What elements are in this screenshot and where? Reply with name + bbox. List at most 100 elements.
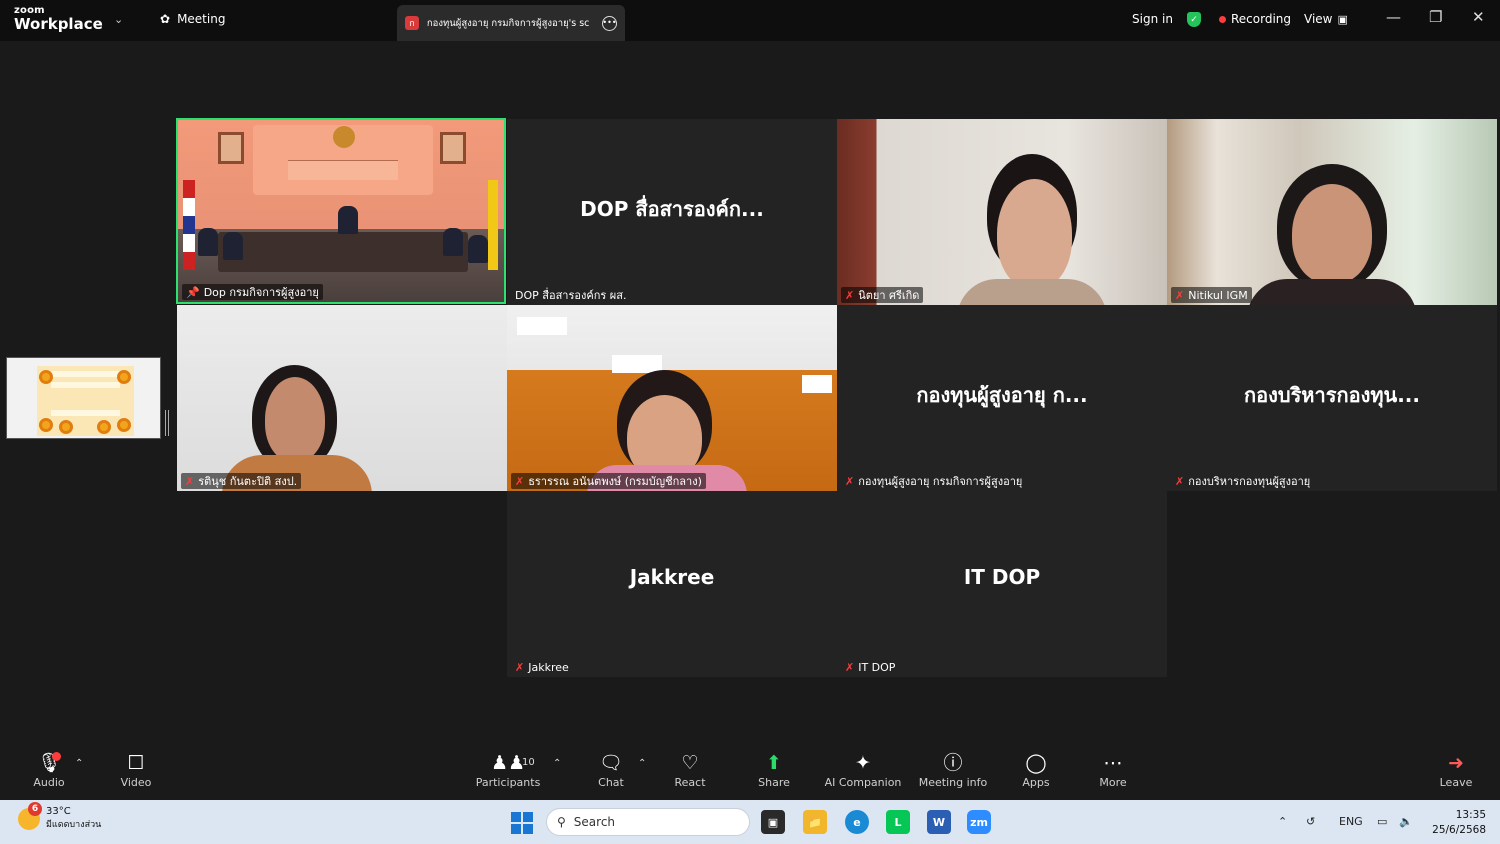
taskbar-clock[interactable]: 13:35 25/6/2568 (1428, 808, 1486, 838)
tab-screen-share[interactable]: ก กองทุนผู้สูงอายุ กรมกิจการผู้สูงอายุ's… (397, 5, 625, 41)
muted-mic-icon: ✗ (845, 660, 855, 674)
chevron-down-icon[interactable]: ⌄ (114, 13, 123, 26)
participants-icon: ♟♟ (490, 752, 526, 774)
participant-name: นิตยา ศรีเกิด (858, 289, 920, 302)
video-tile-elderly-fund[interactable]: กองทุนผู้สูงอายุ ก... ✗ กองทุนผู้สูงอายุ… (837, 305, 1167, 491)
participant-name-tag: ✗ IT DOP (841, 659, 899, 675)
video-tile-nitikul[interactable]: ✗ Nitikul IGM (1167, 119, 1497, 305)
line-app-icon[interactable]: L (886, 810, 910, 834)
video-tile-ratinuch[interactable]: ✗ รตินุช กันตะปิติ สงป. (177, 305, 507, 491)
participant-display-name: กองบริหารกองทุน... (1243, 383, 1420, 407)
chat-button[interactable]: 🗨 Chat (566, 750, 656, 789)
tray-overflow-icon[interactable]: ⌃ (1278, 815, 1287, 828)
ai-companion-button[interactable]: ✦ AI Companion (818, 750, 908, 789)
share-button[interactable]: ⬆ Share (729, 750, 819, 789)
leave-button[interactable]: ➜ Leave (1411, 750, 1500, 789)
muted-mic-icon: ✗ (845, 288, 855, 302)
close-icon[interactable]: ✕ (1472, 8, 1485, 26)
paw-icon: ✿ (160, 12, 171, 26)
restore-icon[interactable]: ❐ (1429, 8, 1442, 26)
encryption-shield-icon[interactable]: ✓ (1187, 12, 1201, 27)
task-view-icon[interactable]: ▣ (761, 810, 785, 834)
view-button[interactable]: View ▣ (1304, 12, 1348, 26)
taskbar-search[interactable]: ⚲ Search (546, 808, 750, 836)
participant-figure (468, 235, 488, 263)
audio-options-caret-icon[interactable]: ⌃ (75, 758, 83, 769)
participants-label: Participants (475, 776, 541, 789)
participant-face (997, 179, 1072, 289)
more-button[interactable]: ⋯ More (1068, 750, 1158, 789)
panel-resize-handle[interactable] (165, 410, 169, 436)
ai-companion-label: AI Companion (824, 776, 902, 789)
volume-icon[interactable]: 🔈 (1399, 815, 1413, 828)
share-label: Share (758, 776, 790, 789)
zoom-workplace-logo[interactable]: zoom Workplace (14, 6, 103, 32)
thai-flag (183, 180, 195, 270)
more-options-icon[interactable]: ••• (602, 15, 617, 31)
recording-dot-icon (1219, 15, 1226, 23)
weather-widget[interactable]: 6 33°C มีแดดบางส่วน (18, 801, 102, 831)
ceiling-light (517, 317, 567, 335)
participant-body (957, 279, 1107, 305)
edge-browser-icon[interactable]: e (845, 810, 869, 834)
unmuted-indicator (52, 752, 61, 761)
participant-name-tag: DOP สื่อสารองค์กร ผส. (511, 287, 630, 303)
participant-name: IT DOP (858, 660, 896, 674)
video-tile-dop[interactable]: 📌 Dop กรมกิจการผู้สูงอายุ (176, 118, 506, 304)
minimize-icon[interactable]: — (1386, 8, 1401, 26)
participant-name-tag: ✗ รตินุช กันตะปิติ สงป. (181, 473, 302, 489)
weather-badge: 6 (28, 801, 42, 816)
video-off-icon: ☐ (127, 752, 145, 774)
zoom-app-icon[interactable]: zm (967, 810, 991, 834)
participants-options-caret-icon[interactable]: ⌃ (553, 758, 561, 769)
participant-figure (443, 228, 463, 256)
windows-start-icon[interactable] (511, 812, 533, 834)
participant-name: ธรารรณ อนันตพงษ์ (กรมบัญชีกลาง) (528, 475, 702, 488)
shared-screen-thumbnail[interactable] (6, 357, 161, 439)
muted-mic-icon: ✗ (1175, 288, 1185, 302)
share-tab-label: กองทุนผู้สูงอายุ กรมกิจการผู้สูงอายุ's s… (426, 17, 590, 29)
video-tile-fund-admin[interactable]: กองบริหารกองทุน... ✗ กองบริหารกองทุนผู้ส… (1167, 305, 1497, 491)
participant-name-tag: 📌 Dop กรมกิจการผู้สูงอายุ (182, 284, 323, 300)
title-bar: zoom Workplace ⌄ ✿ Meeting ก กองทุนผู้สู… (0, 0, 1500, 41)
recording-label: Recording (1231, 12, 1292, 26)
department-sign (288, 160, 398, 180)
network-sync-icon[interactable]: ↺ (1306, 815, 1315, 828)
participant-name: กองทุนผู้สูงอายุ กรมกิจการผู้สูงอายุ (858, 475, 1023, 488)
audio-button[interactable]: 🎙 Audio (4, 750, 94, 789)
muted-mic-icon: ✗ (515, 660, 525, 674)
leave-icon: ➜ (1448, 752, 1464, 774)
participant-figure (198, 228, 218, 256)
portrait-frame (218, 132, 244, 164)
video-tile-thararat[interactable]: ✗ ธรารรณ อนันตพงษ์ (กรมบัญชีกลาง) (507, 305, 837, 491)
react-label: React (674, 776, 706, 789)
chat-label: Chat (598, 776, 624, 789)
more-dots-icon: ⋯ (1103, 752, 1123, 774)
view-label: View (1304, 12, 1333, 26)
file-explorer-icon[interactable]: 📁 (803, 810, 827, 834)
meeting-info-button[interactable]: ⓘ Meeting info (908, 750, 998, 789)
react-button[interactable]: ♡ React (645, 750, 735, 789)
display-icon[interactable]: ▭ (1377, 815, 1387, 828)
brand-bottom: Workplace (14, 15, 103, 33)
recording-indicator[interactable]: Recording (1219, 12, 1291, 26)
sign-in-button[interactable]: Sign in (1132, 12, 1173, 26)
windows-taskbar: 6 33°C มีแดดบางส่วน ⚲ Search ▣ 📁 e L W z… (0, 800, 1500, 844)
video-tile-nittaya[interactable]: ✗ นิตยา ศรีเกิด (837, 119, 1167, 305)
video-tile-dop-comm[interactable]: DOP สื่อสารองค์ก... DOP สื่อสารองค์กร ผส… (507, 119, 837, 305)
participants-button[interactable]: ♟♟ Participants (463, 750, 553, 789)
word-app-icon[interactable]: W (927, 810, 951, 834)
video-tile-it-dop[interactable]: IT DOP ✗ IT DOP (837, 491, 1167, 677)
sparkle-icon: ✦ (855, 752, 871, 774)
video-tile-jakkree[interactable]: Jakkree ✗ Jakkree (507, 491, 837, 677)
muted-mic-icon: ✗ (845, 474, 855, 488)
leave-label: Leave (1439, 776, 1473, 789)
language-indicator[interactable]: ENG (1339, 815, 1363, 828)
shared-slide (37, 366, 134, 436)
tab-meeting[interactable]: ✿ Meeting (160, 12, 225, 26)
video-button[interactable]: ☐ Video (91, 750, 181, 789)
share-arrow-icon: ⬆ (766, 752, 782, 774)
weather-description: มีแดดบางส่วน (46, 820, 102, 830)
muted-mic-icon: ✗ (515, 474, 525, 488)
grid-view-icon: ▣ (1337, 12, 1348, 26)
